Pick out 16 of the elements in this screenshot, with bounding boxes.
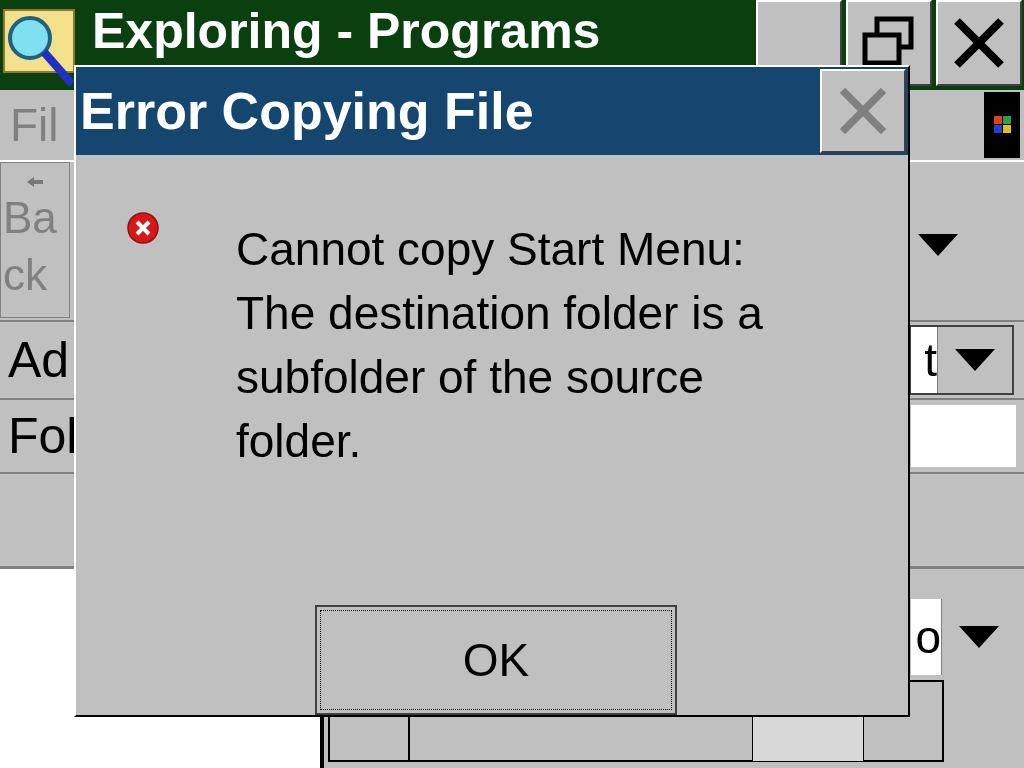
- input-field[interactable]: [911, 405, 1016, 467]
- ok-button[interactable]: OK: [315, 605, 677, 715]
- address-combobox[interactable]: t: [909, 325, 1014, 395]
- dialog-title: Error Copying File: [79, 81, 534, 141]
- dropdown-arrow-icon: [959, 626, 999, 648]
- dropdown-arrow-icon[interactable]: [918, 234, 958, 256]
- error-message: Cannot copy Start Menu: The destination folder is a subfolder of the source folder.: [236, 222, 763, 469]
- window-title: Exploring - Programs: [92, 6, 601, 56]
- folders-label: Fol: [7, 407, 78, 465]
- address-label: Ad: [7, 331, 70, 389]
- dropdown-arrow-icon: [955, 349, 995, 371]
- view-combobox[interactable]: o: [911, 599, 1016, 675]
- back-arrow-icon: [25, 175, 45, 189]
- error-icon: [126, 211, 160, 245]
- windows-logo-icon[interactable]: [984, 92, 1020, 158]
- close-button[interactable]: [936, 0, 1022, 86]
